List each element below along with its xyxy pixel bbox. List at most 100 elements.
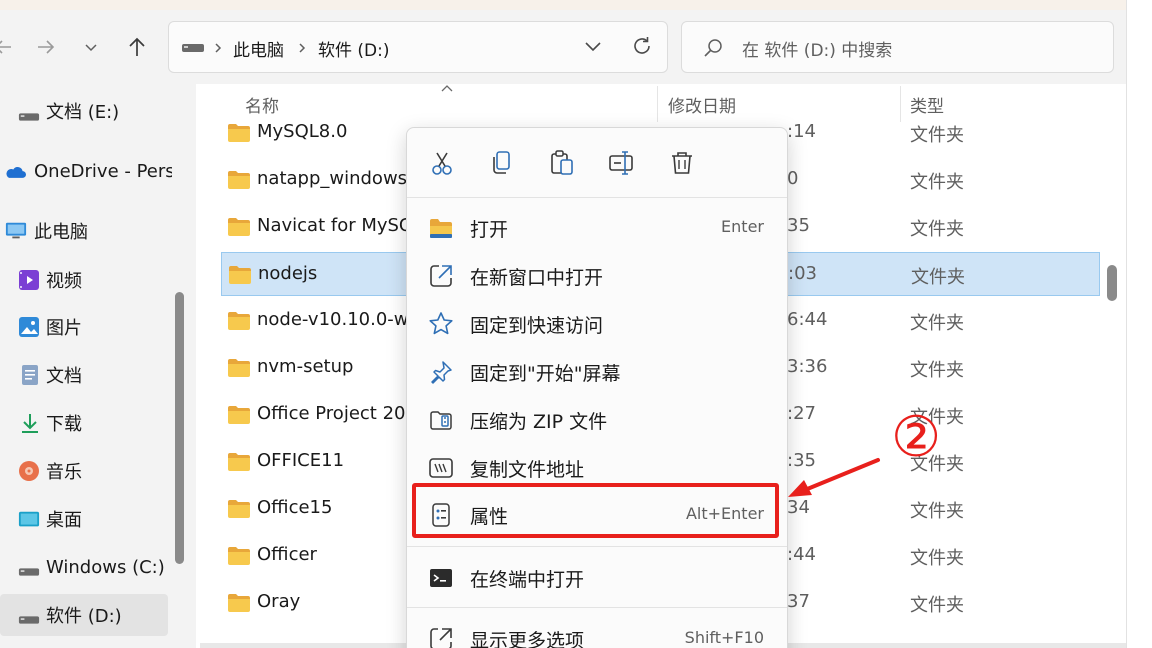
menu-item-open[interactable]: 打开 Enter bbox=[416, 205, 778, 249]
sidebar-item-drive-e[interactable]: 文档 (E:) bbox=[0, 90, 168, 132]
folder-icon bbox=[228, 218, 250, 236]
file-type: 文件夹 bbox=[910, 360, 964, 381]
sidebar-item-label: 软件 (D:) bbox=[46, 606, 122, 627]
sidebar-item-drive-d[interactable]: 软件 (D:) bbox=[0, 594, 168, 636]
chevron-down-icon bbox=[85, 44, 97, 52]
sidebar-item-videos[interactable]: 视频 bbox=[0, 259, 168, 301]
delete-icon[interactable] bbox=[667, 148, 697, 178]
file-name: Office15 bbox=[257, 497, 333, 518]
file-name: natapp_windows_ bbox=[257, 168, 417, 189]
sidebar-item-label: OneDrive - Pers bbox=[34, 160, 175, 182]
open-new-window-icon bbox=[430, 265, 452, 287]
address-dropdown-icon[interactable] bbox=[583, 40, 603, 54]
arrow-up-icon bbox=[129, 37, 145, 56]
file-name: nodejs bbox=[258, 263, 318, 284]
menu-item-label: 固定到快速访问 bbox=[470, 315, 604, 337]
folder-icon bbox=[228, 171, 250, 189]
sidebar-item-pictures[interactable]: 图片 bbox=[0, 306, 168, 348]
file-modified: :03 bbox=[788, 263, 817, 284]
file-list-scrollbar-thumb[interactable] bbox=[1107, 265, 1117, 301]
file-modified: 37 bbox=[787, 591, 810, 612]
file-name: Office Project 200 bbox=[257, 403, 417, 424]
recent-locations-button[interactable] bbox=[74, 30, 108, 64]
menu-item-label: 显示更多选项 bbox=[470, 630, 585, 648]
desktop-icon bbox=[18, 511, 40, 527]
onedrive-cloud-icon bbox=[6, 167, 26, 178]
menu-item-compress-zip[interactable]: 压缩为 ZIP 文件 bbox=[416, 397, 778, 441]
forward-button[interactable] bbox=[29, 30, 63, 64]
menu-item-show-more-options[interactable]: 显示更多选项 Shift+F10 bbox=[416, 616, 778, 648]
zip-icon bbox=[430, 411, 452, 430]
sort-ascending-icon bbox=[441, 85, 453, 92]
paste-icon[interactable] bbox=[547, 148, 577, 178]
rename-icon[interactable] bbox=[607, 148, 637, 178]
sidebar-item-documents[interactable]: 文档 bbox=[0, 354, 168, 396]
file-modified: 6:44 bbox=[787, 309, 828, 330]
sidebar-item-label: 下载 bbox=[46, 414, 82, 435]
folder-icon bbox=[228, 547, 250, 565]
cut-icon[interactable] bbox=[427, 148, 457, 178]
search-box[interactable]: 在 软件 (D:) 中搜索 bbox=[681, 21, 1114, 73]
file-type: 文件夹 bbox=[910, 501, 964, 522]
drive-icon bbox=[18, 113, 40, 121]
copy-icon[interactable] bbox=[487, 148, 517, 178]
file-name: Oray bbox=[257, 591, 301, 612]
title-bar-strip bbox=[0, 0, 1152, 10]
file-name: Officer bbox=[257, 544, 317, 565]
sidebar-item-downloads[interactable]: 下载 bbox=[0, 402, 168, 444]
menu-item-pin-quick-access[interactable]: 固定到快速访问 bbox=[416, 301, 778, 345]
sidebar-item-this-pc[interactable]: 此电脑 bbox=[0, 210, 168, 252]
annotation-step-number: ② bbox=[891, 405, 942, 470]
folder-icon bbox=[228, 594, 250, 612]
sidebar-item-label: 视频 bbox=[46, 271, 82, 292]
breadcrumb-drive-d[interactable]: 软件 (D:) bbox=[318, 36, 390, 61]
folder-icon bbox=[228, 406, 250, 424]
menu-item-label: 打开 bbox=[470, 219, 509, 241]
folder-icon bbox=[228, 359, 250, 377]
sidebar-item-drive-c[interactable]: Windows (C:) bbox=[0, 546, 168, 588]
sidebar-scrollbar-thumb[interactable] bbox=[175, 292, 184, 564]
folder-icon bbox=[228, 500, 250, 518]
search-placeholder: 在 软件 (D:) 中搜索 bbox=[742, 41, 893, 61]
downloads-icon bbox=[22, 414, 38, 433]
file-name: Navicat for MySC bbox=[257, 215, 412, 236]
menu-item-label: 在终端中打开 bbox=[470, 569, 585, 591]
chevron-right-icon bbox=[299, 43, 306, 53]
breadcrumb-this-pc[interactable]: 此电脑 bbox=[233, 36, 284, 61]
menu-item-pin-start[interactable]: 固定到"开始"屏幕 bbox=[416, 349, 778, 393]
drive-icon bbox=[18, 568, 40, 576]
sidebar-item-label: Windows (C:) bbox=[46, 556, 165, 578]
sidebar-item-label: 图片 bbox=[46, 318, 82, 339]
menu-item-open-terminal[interactable]: 在终端中打开 bbox=[416, 555, 778, 599]
folder-open-icon bbox=[430, 219, 452, 238]
music-icon bbox=[19, 461, 39, 481]
refresh-icon[interactable] bbox=[631, 35, 653, 57]
menu-separator bbox=[407, 546, 787, 547]
sidebar-item-onedrive[interactable]: OneDrive - Pers bbox=[0, 150, 175, 192]
file-modified: 0 bbox=[787, 168, 799, 189]
back-button[interactable] bbox=[0, 30, 20, 64]
star-icon bbox=[429, 312, 453, 335]
file-name: OFFICE11 bbox=[257, 450, 345, 471]
menu-item-open-new-window[interactable]: 在新窗口中打开 bbox=[416, 253, 778, 297]
terminal-icon bbox=[430, 569, 452, 587]
pin-icon bbox=[431, 361, 452, 384]
address-bar[interactable]: 此电脑 软件 (D:) bbox=[168, 21, 668, 73]
menu-item-label: 在新窗口中打开 bbox=[470, 267, 604, 289]
file-type: 文件夹 bbox=[910, 313, 964, 334]
menu-item-label: 复制文件地址 bbox=[470, 459, 585, 481]
annotation-highlight-box bbox=[412, 483, 779, 538]
window-edge bbox=[1126, 0, 1152, 648]
copy-path-icon bbox=[429, 458, 453, 478]
menu-item-label: 压缩为 ZIP 文件 bbox=[470, 411, 608, 433]
folder-icon bbox=[229, 266, 251, 284]
more-options-icon bbox=[430, 628, 452, 648]
file-modified: :27 bbox=[787, 403, 816, 424]
menu-item-shortcut: Enter bbox=[721, 217, 764, 236]
sidebar-item-desktop[interactable]: 桌面 bbox=[0, 498, 168, 540]
up-button[interactable] bbox=[120, 30, 154, 64]
menu-separator bbox=[407, 197, 787, 198]
drive-icon bbox=[182, 44, 204, 52]
sidebar-item-music[interactable]: 音乐 bbox=[0, 450, 168, 492]
file-modified: :44 bbox=[787, 544, 816, 565]
